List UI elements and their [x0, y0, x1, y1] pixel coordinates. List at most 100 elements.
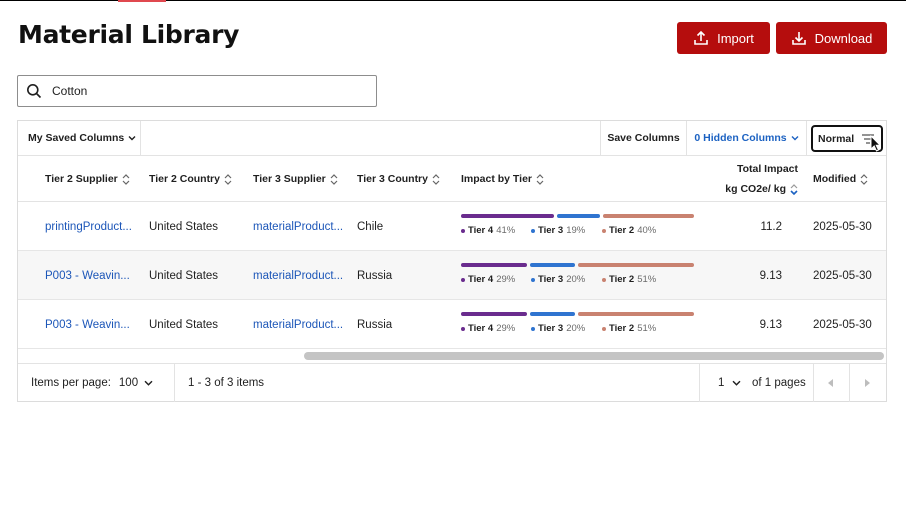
- tier2-legend-item: Tier 2 40%: [602, 225, 656, 236]
- items-per-page-value: 100: [118, 377, 139, 389]
- tier3-dot: [531, 277, 535, 282]
- page-title: Material Library: [18, 20, 240, 49]
- materials-table: My Saved Columns Save Columns 0 Hidden C…: [17, 120, 887, 402]
- tier2-dot: [602, 228, 606, 233]
- tier-label: Tier 3: [538, 225, 564, 236]
- tier3-supplier-link[interactable]: materialProduct...: [253, 251, 349, 300]
- chevron-down-icon: [144, 380, 153, 386]
- tier2-supplier-link[interactable]: P003 - Weavin...: [45, 251, 141, 300]
- save-columns-label: Save Columns: [607, 132, 680, 144]
- my-saved-columns-label: My Saved Columns: [28, 132, 125, 144]
- table-row[interactable]: P003 - Weavin... United States materialP…: [18, 300, 886, 349]
- column-header-label: Tier 2 Country: [149, 173, 220, 185]
- items-per-page-label: Items per page:: [31, 377, 111, 389]
- tier-label: Tier 2: [609, 225, 635, 236]
- column-header-tier2-country[interactable]: Tier 2 Country: [149, 156, 232, 202]
- modified-cell: 2025-05-30: [813, 318, 872, 331]
- tier2-legend-item: Tier 2 51%: [602, 274, 656, 285]
- tier3-impact-bar: [557, 214, 601, 218]
- tier-percent: 29%: [496, 323, 516, 334]
- tier2-supplier-link[interactable]: P003 - Weavin...: [45, 300, 141, 349]
- column-header-label: Tier 3 Country: [357, 173, 428, 185]
- tier3-legend-item: Tier 3 20%: [531, 323, 585, 334]
- density-label: Normal: [818, 132, 855, 145]
- sort-icon: [224, 173, 232, 185]
- next-page-button[interactable]: [849, 364, 885, 402]
- tier2-dot: [602, 277, 606, 282]
- sort-icon: [122, 173, 130, 185]
- tier3-dot: [531, 326, 535, 331]
- tier-percent: 29%: [496, 274, 516, 285]
- tier-percent: 41%: [496, 225, 516, 236]
- tier-label: Tier 2: [609, 274, 635, 285]
- modified-cell: 2025-05-30: [813, 269, 872, 282]
- tier-percent: 51%: [637, 274, 657, 285]
- tier-percent: 19%: [566, 225, 586, 236]
- hidden-columns-label: 0 Hidden Columns: [694, 132, 787, 144]
- column-header-label: Tier 3 Supplier: [253, 173, 326, 185]
- tier2-country-cell: United States: [149, 220, 219, 233]
- column-header-impact-by-tier[interactable]: Impact by Tier: [461, 156, 544, 202]
- current-page: 1: [718, 377, 725, 389]
- table-row[interactable]: printingProduct... United States materia…: [18, 202, 886, 251]
- tier3-supplier-link[interactable]: materialProduct...: [253, 202, 349, 251]
- save-columns-button[interactable]: Save Columns: [600, 121, 687, 155]
- column-header-tier3-country[interactable]: Tier 3 Country: [357, 156, 440, 202]
- tier-percent: 20%: [566, 274, 586, 285]
- horizontal-scrollbar[interactable]: [304, 352, 884, 360]
- search-icon: [27, 84, 42, 99]
- import-button-label: Import: [717, 30, 754, 46]
- tier-label: Tier 4: [468, 225, 494, 236]
- total-pages: of 1 pages: [752, 377, 806, 389]
- tier3-legend-item: Tier 3 20%: [531, 274, 585, 285]
- tier3-legend-item: Tier 3 19%: [531, 225, 585, 236]
- caret-left-icon: [828, 379, 833, 387]
- impact-by-tier-chart: Tier 4 29% Tier 3 20% Tier 2 51%: [461, 312, 694, 342]
- page-select[interactable]: 1: [718, 364, 741, 402]
- divider: [174, 364, 175, 402]
- items-per-page-select[interactable]: 100: [119, 377, 153, 389]
- tier4-impact-bar: [461, 263, 527, 267]
- tier2-supplier-link[interactable]: printingProduct...: [45, 202, 141, 251]
- total-impact-cell: 9.13: [759, 318, 782, 331]
- column-header-label: Impact by Tier: [461, 173, 532, 185]
- sort-icon: [860, 173, 868, 185]
- import-button[interactable]: Import: [677, 22, 770, 54]
- total-impact-cell: 11.2: [760, 220, 782, 233]
- total-impact-cell: 9.13: [759, 269, 782, 282]
- tier-label: Tier 4: [468, 323, 494, 334]
- impact-by-tier-chart: Tier 4 41% Tier 3 19% Tier 2 40%: [461, 214, 694, 244]
- download-button[interactable]: Download: [776, 22, 887, 54]
- tier2-dot: [602, 326, 606, 331]
- search-input[interactable]: [52, 84, 352, 98]
- download-icon: [791, 32, 806, 45]
- column-header-label: Modified: [813, 173, 857, 185]
- tier2-impact-bar: [578, 312, 694, 316]
- sort-descending-icon: [790, 183, 798, 195]
- tier-label: Tier 2: [609, 323, 635, 334]
- my-saved-columns-dropdown[interactable]: My Saved Columns: [18, 121, 141, 155]
- tier3-impact-bar: [529, 263, 576, 267]
- column-header-modified[interactable]: Modified: [813, 156, 868, 202]
- tier3-country-cell: Chile: [357, 220, 384, 233]
- download-button-label: Download: [814, 30, 873, 46]
- table-row[interactable]: P003 - Weavin... United States materialP…: [18, 251, 886, 300]
- search-box: [17, 75, 377, 107]
- hidden-columns-dropdown[interactable]: 0 Hidden Columns: [687, 121, 807, 155]
- column-header-total-impact[interactable]: Total Impact kg CO2e/ kg: [708, 156, 798, 202]
- active-tab-indicator: [118, 0, 166, 2]
- column-header-label: Tier 2 Supplier: [45, 173, 118, 185]
- tier3-impact-bar: [529, 312, 576, 316]
- chevron-down-icon: [732, 380, 741, 386]
- chevron-down-icon: [128, 136, 136, 141]
- previous-page-button[interactable]: [813, 364, 849, 402]
- tier3-supplier-link[interactable]: materialProduct...: [253, 300, 349, 349]
- tier-label: Tier 3: [538, 274, 564, 285]
- chevron-down-icon: [791, 136, 799, 141]
- tier2-impact-bar: [578, 263, 694, 267]
- tier-percent: 20%: [566, 323, 586, 334]
- column-header-tier2-supplier[interactable]: Tier 2 Supplier: [45, 156, 130, 202]
- tier2-impact-bar: [603, 214, 694, 218]
- column-header-tier3-supplier[interactable]: Tier 3 Supplier: [253, 156, 338, 202]
- tier4-legend-item: Tier 4 41%: [461, 225, 515, 236]
